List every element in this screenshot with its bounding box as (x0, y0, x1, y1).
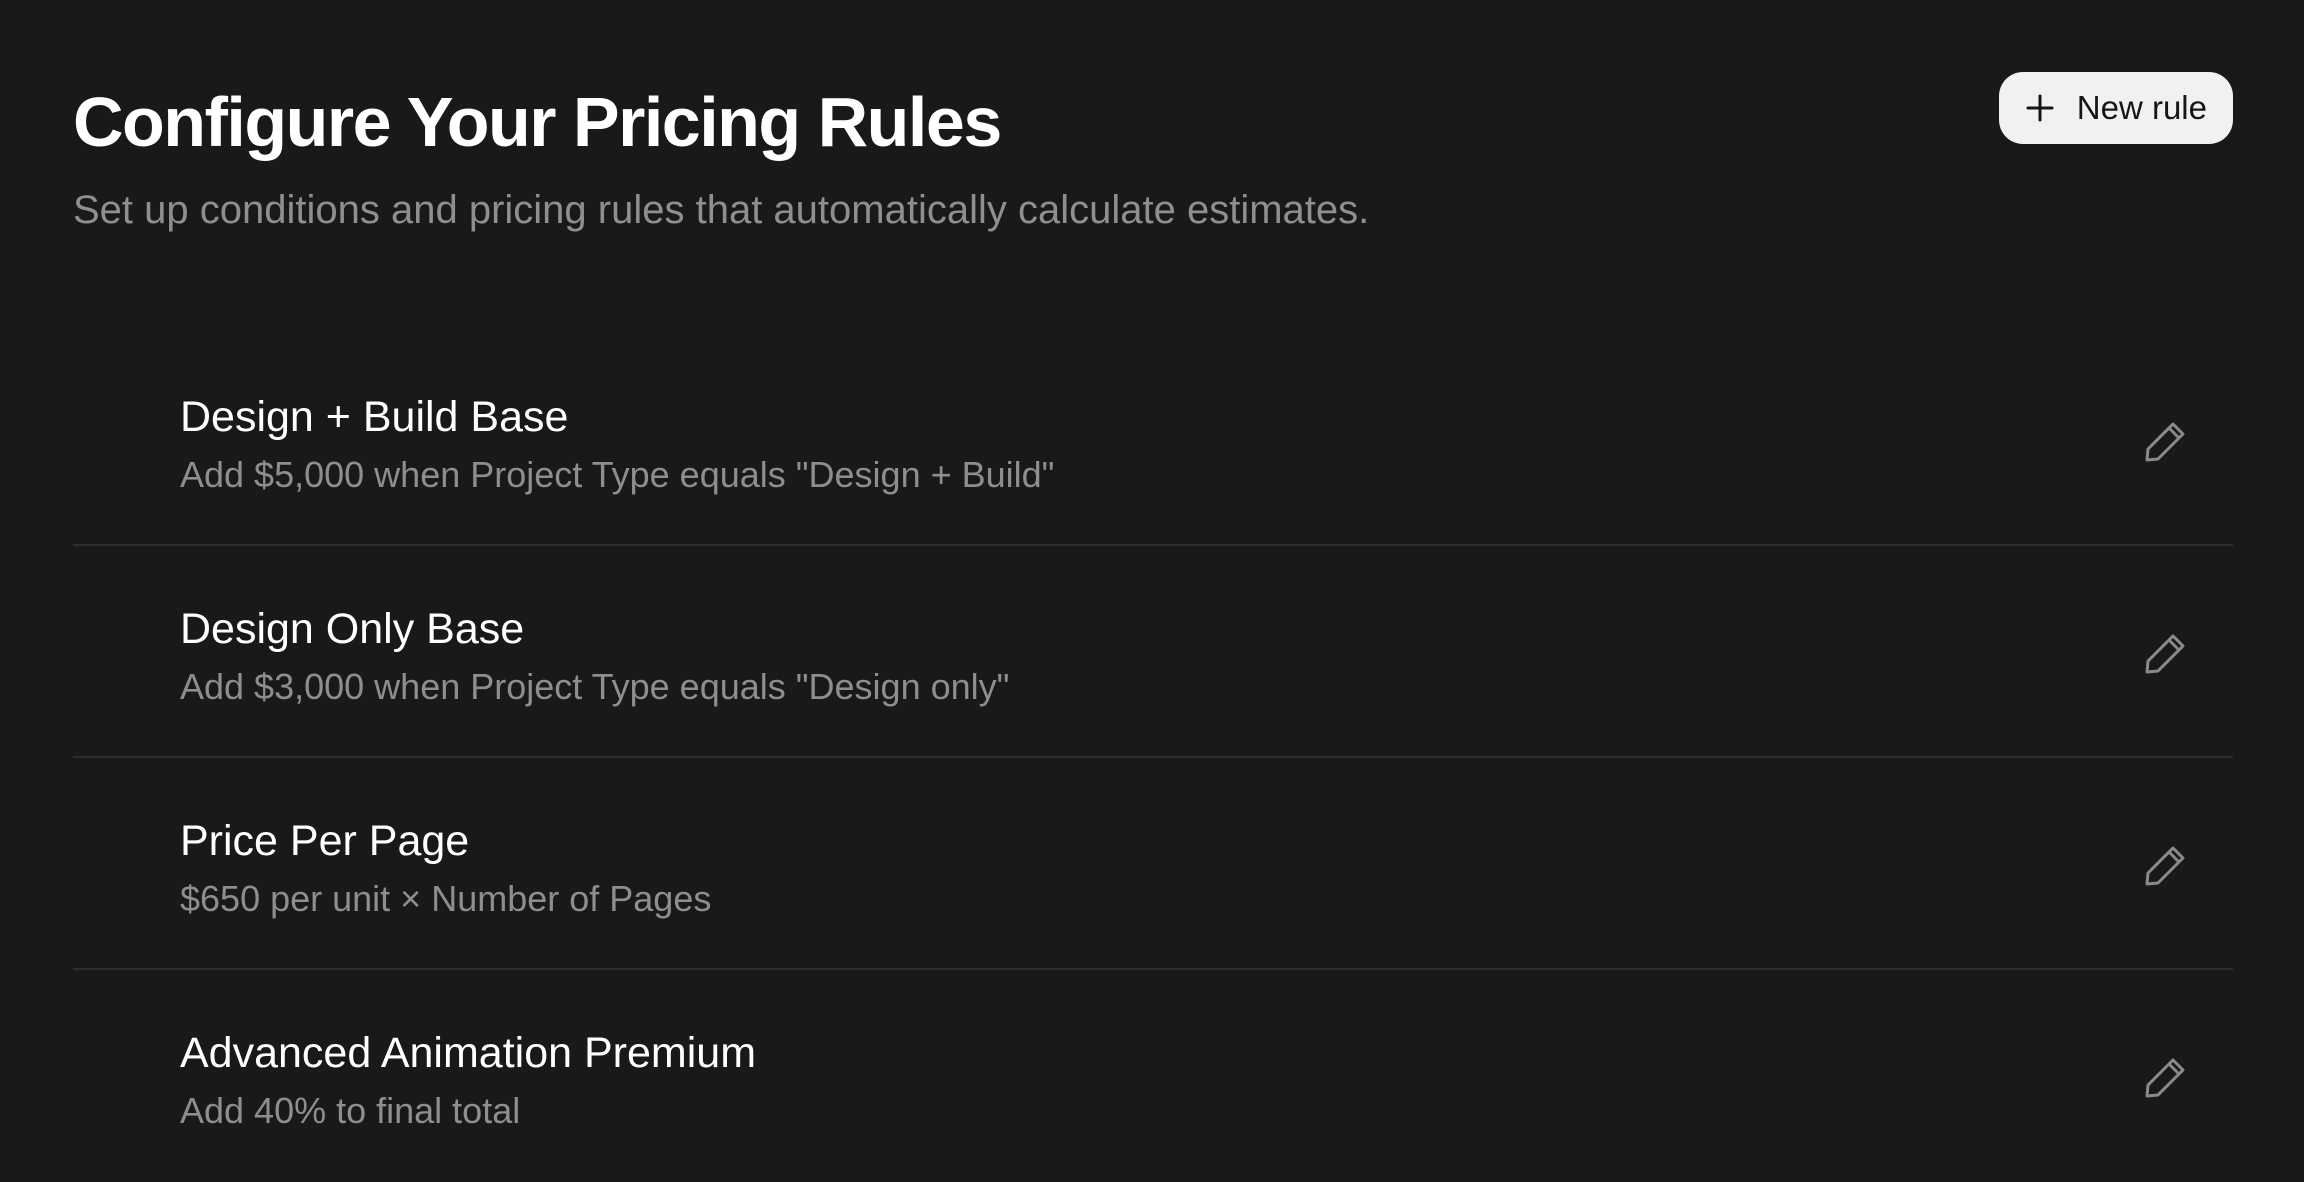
rule-name: Design Only Base (180, 605, 525, 653)
pencil-icon (2141, 842, 2189, 890)
rule-name: Design + Build Base (180, 393, 569, 441)
rule-description: Add 40% to final total (180, 1090, 521, 1131)
edit-rule-button[interactable] (2141, 1054, 2189, 1102)
new-rule-button-label: New rule (2076, 89, 2207, 126)
new-rule-button[interactable]: New rule (1998, 72, 2233, 144)
pricing-rule-list: Design + Build Base Add $5,000 when Proj… (73, 334, 2233, 1182)
rule-name: Advanced Animation Premium (180, 1029, 757, 1077)
edit-rule-button[interactable] (2141, 630, 2189, 678)
page-header: Configure Your Pricing Rules Set up cond… (73, 0, 2233, 330)
page-subtitle: Set up conditions and pricing rules that… (73, 188, 1370, 232)
plus-icon (2025, 93, 2055, 123)
edit-rule-button[interactable] (2141, 418, 2189, 466)
pencil-icon (2141, 1054, 2189, 1102)
pencil-icon (2141, 418, 2189, 466)
pricing-rule-row[interactable]: Advanced Animation Premium Add 40% to fi… (73, 970, 2233, 1182)
pricing-rule-row[interactable]: Design Only Base Add $3,000 when Project… (73, 546, 2233, 758)
pricing-rules-page: Configure Your Pricing Rules Set up cond… (73, 0, 2233, 1161)
pencil-icon (2141, 630, 2189, 678)
rule-name: Price Per Page (180, 817, 470, 865)
pricing-rule-row[interactable]: Price Per Page $650 per unit × Number of… (73, 758, 2233, 970)
pricing-rule-row[interactable]: Design + Build Base Add $5,000 when Proj… (73, 334, 2233, 546)
edit-rule-button[interactable] (2141, 842, 2189, 890)
rule-description: Add $5,000 when Project Type equals "Des… (180, 454, 1055, 495)
rule-description: Add $3,000 when Project Type equals "Des… (180, 666, 1010, 707)
rule-description: $650 per unit × Number of Pages (180, 878, 712, 919)
page-title: Configure Your Pricing Rules (73, 83, 1002, 161)
